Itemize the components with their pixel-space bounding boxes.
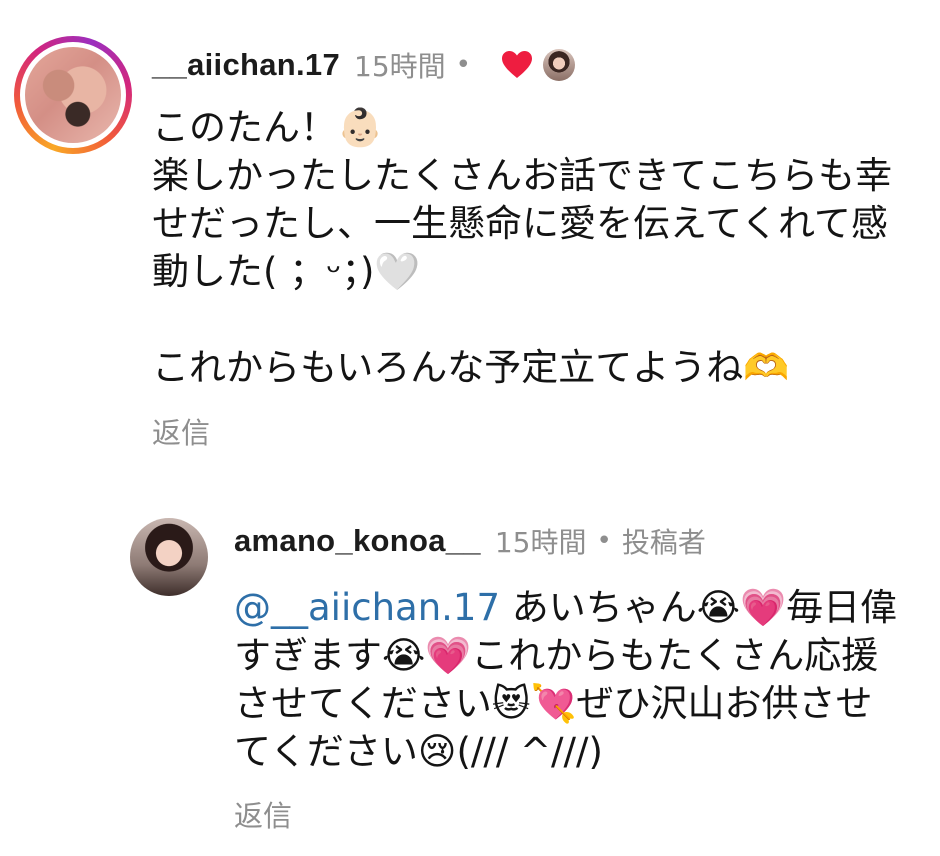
comment-line-text: あいちゃん😭💗毎日偉 [500, 586, 898, 629]
username[interactable]: amano_konoa__ [234, 523, 481, 559]
author-badge: 投稿者 [621, 526, 706, 559]
separator-dot: • [455, 50, 471, 80]
mention-link[interactable]: @__aiichan.17 [234, 586, 500, 629]
comment: __aiichan.17 15時間 • このたん！👶🏻 楽しかったしたくさんお話… [0, 0, 940, 470]
avatar-story-ring[interactable] [14, 36, 132, 154]
comment-line: せだったし、一生懸命に愛を伝えてくれて感 [152, 202, 888, 245]
comment-text: このたん！👶🏻 楽しかったしたくさんお話できてこちらも幸 せだったし、一生懸命に… [152, 104, 922, 392]
comment-line: @__aiichan.17 あいちゃん😭💗毎日偉 [234, 584, 924, 632]
avatar[interactable] [130, 518, 208, 596]
comment-line: すぎます😭💗これからもたくさん応援 [234, 634, 879, 677]
username[interactable]: __aiichan.17 [152, 47, 340, 83]
comment-line: 動した( ；ᵕ；)🤍 [152, 250, 421, 293]
avatar-frame [20, 42, 126, 148]
reply-comment: amano_konoa__ 15時間 • 投稿者 @__aiichan.17 あ… [0, 500, 940, 856]
comment-line: させてください😻💘ぜひ沢山お供させ [234, 682, 873, 725]
avatar [25, 47, 121, 143]
separator-dot: • [596, 526, 612, 556]
timestamp: 15時間 [354, 50, 446, 83]
comment-line: 楽しかったしたくさんお話できてこちらも幸 [152, 154, 892, 197]
comment-text: @__aiichan.17 あいちゃん😭💗毎日偉 すぎます😭💗これからもたくさん… [234, 584, 924, 776]
reply-button[interactable]: 返信 [152, 410, 210, 452]
comment-header: __aiichan.17 15時間 • [152, 40, 575, 90]
comment-header: amano_konoa__ 15時間 • 投稿者 [234, 518, 706, 564]
reply-button[interactable]: 返信 [234, 793, 292, 835]
comment-line: てください😢(/// ^///) [234, 730, 603, 773]
comment-line: これからもいろんな予定立てようね🫶 [152, 346, 790, 389]
creator-avatar [542, 49, 575, 81]
creator-liked-heart-icon [501, 51, 532, 78]
timestamp: 15時間 [494, 526, 587, 559]
comment-line: このたん！👶🏻 [152, 106, 384, 149]
